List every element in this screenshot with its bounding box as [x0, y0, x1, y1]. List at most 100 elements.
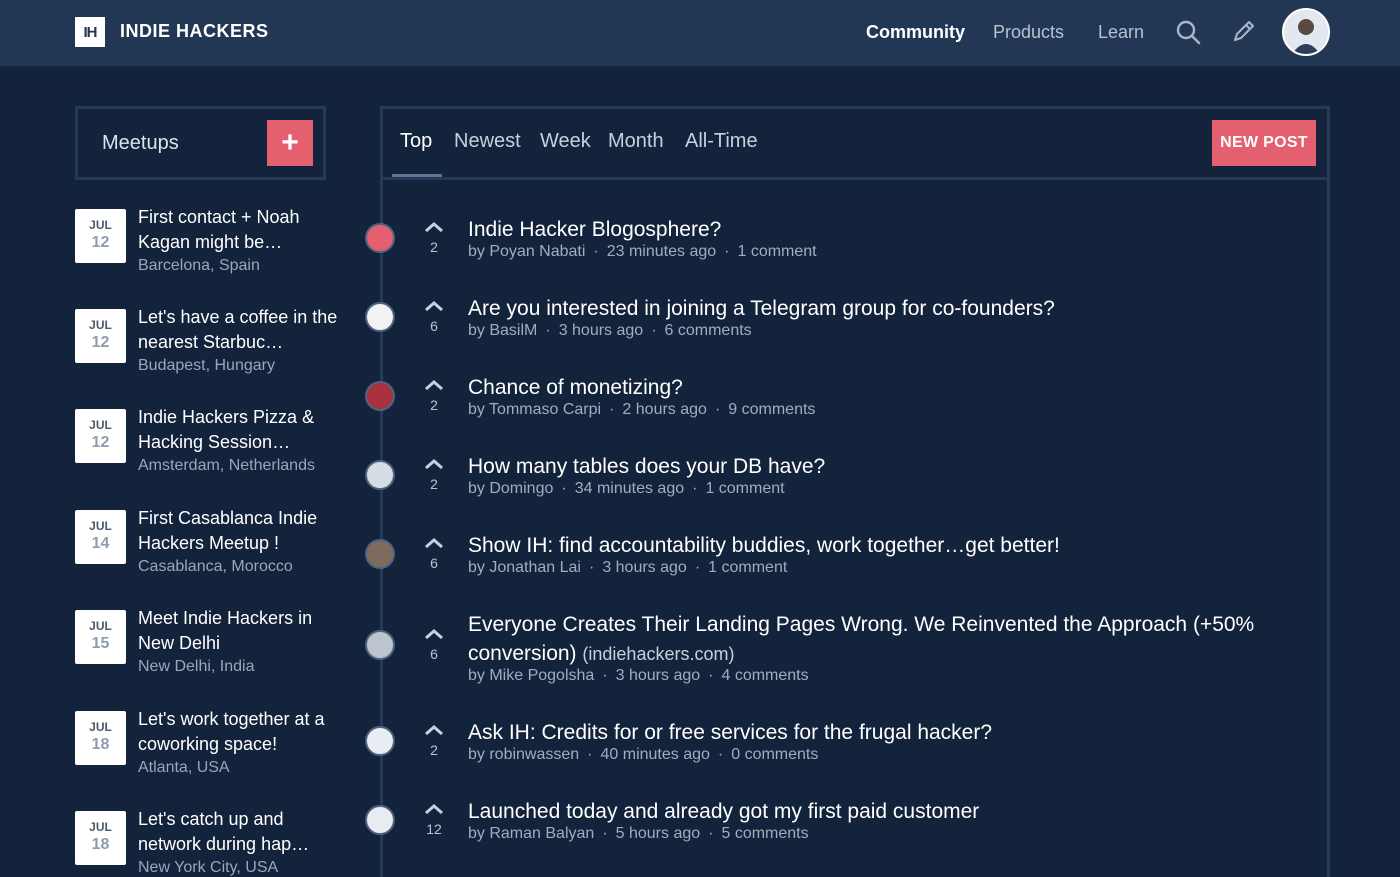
- post-time: 3 hours ago: [615, 667, 701, 684]
- post-comments[interactable]: 5 comments: [721, 825, 808, 842]
- upvote-arrow-icon[interactable]: [420, 377, 448, 393]
- post-item: 6 Are you interested in joining a Telegr…: [360, 294, 1360, 369]
- author-avatar[interactable]: [365, 460, 395, 490]
- tab-top[interactable]: Top: [400, 130, 432, 153]
- upvote-arrow-icon[interactable]: [420, 456, 448, 472]
- upvote[interactable]: 2: [420, 377, 448, 413]
- meetup-item[interactable]: JUL 12 Indie Hackers Pizza & Hacking Ses…: [75, 407, 335, 499]
- post-title[interactable]: Chance of monetizing?: [468, 373, 1268, 402]
- upvote[interactable]: 2: [420, 722, 448, 758]
- author-avatar[interactable]: [365, 302, 395, 332]
- meetup-location: New York City, USA: [138, 859, 279, 876]
- new-post-button[interactable]: NEW POST: [1212, 120, 1316, 166]
- meetup-title[interactable]: First contact + Noah Kagan might be…: [138, 205, 338, 255]
- tab-newest[interactable]: Newest: [454, 130, 521, 153]
- meetup-item[interactable]: JUL 12 First contact + Noah Kagan might …: [75, 207, 335, 299]
- post-title[interactable]: Indie Hacker Blogosphere?: [468, 215, 1268, 244]
- active-tab-indicator: [392, 174, 442, 177]
- meetup-item[interactable]: JUL 18 Let's catch up and network during…: [75, 811, 335, 877]
- author-avatar[interactable]: [365, 381, 395, 411]
- post-title[interactable]: Launched today and already got my first …: [468, 797, 1268, 826]
- post-title[interactable]: Ask IH: Credits for or free services for…: [468, 718, 1268, 747]
- nav-community[interactable]: Community: [866, 22, 965, 43]
- meetup-item[interactable]: JUL 12 Let's have a coffee in the neares…: [75, 307, 337, 399]
- upvote[interactable]: 6: [420, 535, 448, 571]
- meetup-item[interactable]: JUL 15 Meet Indie Hackers in New Delhi N…: [75, 608, 335, 700]
- post-title[interactable]: Show IH: find accountability buddies, wo…: [468, 531, 1268, 560]
- post-comments[interactable]: 6 comments: [665, 322, 752, 339]
- meetup-location: Budapest, Hungary: [138, 357, 275, 374]
- post-meta: by Domingo · 34 minutes ago · 1 comment: [468, 480, 785, 497]
- meetup-title[interactable]: Let's work together at a coworking space…: [138, 707, 338, 757]
- nav-products[interactable]: Products: [993, 22, 1064, 43]
- post-author[interactable]: by BasilM: [468, 322, 537, 339]
- meetup-location: New Delhi, India: [138, 658, 255, 675]
- post-title[interactable]: Are you interested in joining a Telegram…: [468, 294, 1268, 323]
- meetups-title: Meetups: [102, 132, 179, 154]
- post-title[interactable]: How many tables does your DB have?: [468, 452, 1268, 481]
- search-icon[interactable]: [1174, 18, 1202, 46]
- calendar-date: JUL 18: [75, 711, 126, 765]
- post-comments[interactable]: 1 comment: [705, 480, 784, 497]
- nav-learn[interactable]: Learn: [1098, 22, 1144, 43]
- meetup-month: JUL: [89, 519, 112, 533]
- user-photo-icon: [1284, 10, 1328, 54]
- post-title[interactable]: Everyone Creates Their Landing Pages Wro…: [468, 610, 1268, 669]
- post-comments[interactable]: 9 comments: [728, 401, 815, 418]
- upvote-arrow-icon[interactable]: [420, 298, 448, 314]
- upvote[interactable]: 6: [420, 298, 448, 334]
- tab-week[interactable]: Week: [540, 130, 591, 153]
- pencil-icon[interactable]: [1229, 18, 1257, 46]
- upvote[interactable]: 2: [420, 456, 448, 492]
- user-avatar[interactable]: [1282, 8, 1330, 56]
- post-comments[interactable]: 0 comments: [731, 746, 818, 763]
- vote-count: 6: [430, 646, 438, 662]
- upvote-arrow-icon[interactable]: [420, 535, 448, 551]
- post-author[interactable]: by robinwassen: [468, 746, 579, 763]
- post-comments[interactable]: 4 comments: [721, 667, 808, 684]
- upvote[interactable]: 2: [420, 219, 448, 255]
- upvote-arrow-icon[interactable]: [420, 219, 448, 235]
- upvote-arrow-icon[interactable]: [420, 801, 448, 817]
- author-avatar[interactable]: [365, 805, 395, 835]
- upvote-arrow-icon[interactable]: [420, 722, 448, 738]
- post-time: 3 hours ago: [558, 322, 644, 339]
- post-time: 5 hours ago: [615, 825, 701, 842]
- post-author[interactable]: by Jonathan Lai: [468, 559, 581, 576]
- post-item: 12 Launched today and already got my fir…: [360, 797, 1360, 872]
- upvote-arrow-icon[interactable]: [420, 626, 448, 642]
- post-author[interactable]: by Tommaso Carpi: [468, 401, 601, 418]
- post-comments[interactable]: 1 comment: [708, 559, 787, 576]
- post-comments[interactable]: 1 comment: [737, 243, 816, 260]
- author-avatar[interactable]: [365, 630, 395, 660]
- meetup-title[interactable]: First Casablanca Indie Hackers Meetup !: [138, 506, 338, 556]
- meetup-month: JUL: [89, 318, 112, 332]
- add-meetup-button[interactable]: +: [267, 120, 313, 166]
- author-avatar[interactable]: [365, 223, 395, 253]
- meetup-item[interactable]: JUL 18 Let's work together at a coworkin…: [75, 709, 335, 801]
- post-author[interactable]: by Domingo: [468, 480, 553, 497]
- post-domain: (indiehackers.com): [582, 644, 735, 664]
- author-avatar[interactable]: [365, 726, 395, 756]
- meetup-title[interactable]: Meet Indie Hackers in New Delhi: [138, 606, 338, 656]
- meetup-item[interactable]: JUL 14 First Casablanca Indie Hackers Me…: [75, 508, 335, 600]
- tab-month[interactable]: Month: [608, 130, 664, 153]
- meetup-location: Amsterdam, Netherlands: [138, 457, 315, 474]
- upvote[interactable]: 12: [420, 801, 448, 837]
- tab-all-time[interactable]: All-Time: [685, 130, 758, 153]
- author-avatar[interactable]: [365, 539, 395, 569]
- post-author[interactable]: by Mike Pogolsha: [468, 667, 594, 684]
- post-meta: by BasilM · 3 hours ago · 6 comments: [468, 322, 752, 339]
- meetup-location: Casablanca, Morocco: [138, 558, 293, 575]
- post-item: 2 How many tables does your DB have? by …: [360, 452, 1360, 527]
- upvote[interactable]: 6: [420, 626, 448, 662]
- meetup-title[interactable]: Let's catch up and network during hap…: [138, 811, 335, 857]
- post-author[interactable]: by Raman Balyan: [468, 825, 594, 842]
- logo-icon[interactable]: IH: [75, 17, 105, 47]
- meetup-title[interactable]: Let's have a coffee in the nearest Starb…: [138, 305, 338, 355]
- post-author[interactable]: by Poyan Nabati: [468, 243, 585, 260]
- meetup-day: 15: [91, 635, 110, 652]
- meetup-title[interactable]: Indie Hackers Pizza & Hacking Session…: [138, 405, 338, 455]
- post-meta: by Tommaso Carpi · 2 hours ago · 9 comments: [468, 401, 816, 418]
- brand-name[interactable]: INDIE HACKERS: [120, 21, 269, 42]
